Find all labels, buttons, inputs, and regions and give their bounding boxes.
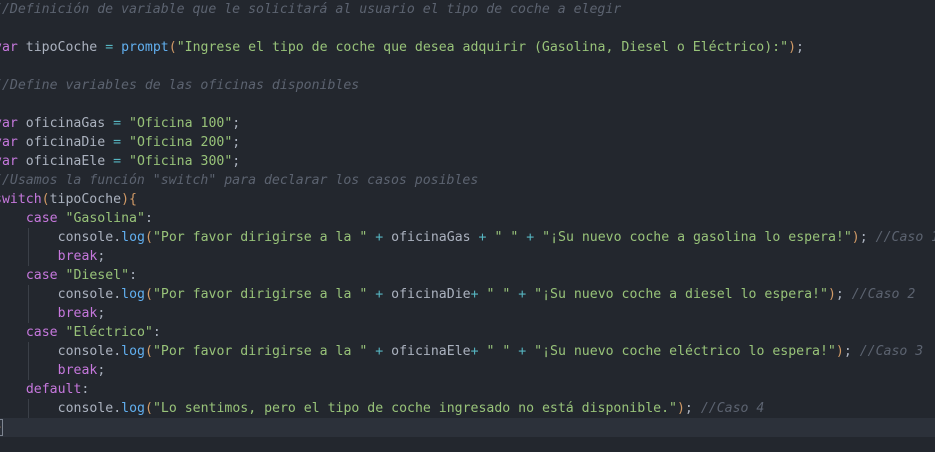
code-line[interactable]: break; — [0, 361, 106, 380]
code-line[interactable]: console.log("Por favor dirigirse a la " … — [0, 285, 916, 304]
indent-guide — [28, 285, 29, 323]
code-line-text: switch(tipoCoche){ — [0, 192, 137, 207]
code-line-text: console.log("Por favor dirigirse a la " … — [57, 230, 935, 245]
code-line[interactable]: console.log("Lo sentimos, pero el tipo d… — [0, 399, 765, 418]
code-line-text: case "Gasolina": — [25, 211, 153, 226]
code-line[interactable]: break; — [0, 304, 106, 323]
code-line-text: //Define variables de las oficinas dispo… — [0, 78, 360, 93]
code-line-text: console.log("Por favor dirigirse a la " … — [57, 344, 924, 359]
code-line-text: var oficinaGas = "Oficina 100"; — [0, 116, 241, 131]
code-line-text: //Usamos la función "switch" para declar… — [0, 173, 479, 188]
code-line[interactable]: console.log("Por favor dirigirse a la " … — [0, 342, 924, 361]
code-line[interactable]: //Define variables de las oficinas dispo… — [0, 76, 359, 95]
code-line-text: } — [0, 419, 3, 436]
code-line[interactable]: case "Diesel": — [0, 266, 137, 285]
code-line[interactable]: var oficinaDie = "Oficina 200"; — [0, 133, 240, 152]
code-line[interactable]: break; — [0, 247, 106, 266]
code-line[interactable]: var oficinaEle = "Oficina 300"; — [0, 152, 240, 171]
code-line-text: //Definición de variable que le solicita… — [0, 2, 622, 17]
code-line[interactable]: switch(tipoCoche){ — [0, 190, 137, 209]
indent-guide — [28, 399, 29, 418]
code-line-text: var tipoCoche = prompt("Ingrese el tipo … — [0, 40, 804, 55]
current-code-line[interactable]: } — [0, 418, 935, 437]
code-line[interactable]: //Definición de variable que le solicita… — [0, 0, 621, 19]
code-line-text: break; — [57, 249, 106, 264]
code-line[interactable]: case "Gasolina": — [0, 209, 153, 228]
code-line[interactable]: var tipoCoche = prompt("Ingrese el tipo … — [0, 38, 804, 57]
code-line[interactable]: console.log("Por favor dirigirse a la " … — [0, 228, 935, 247]
code-line-text: case "Diesel": — [25, 268, 138, 283]
code-line[interactable]: //Usamos la función "switch" para declar… — [0, 171, 478, 190]
indent-guide — [28, 228, 29, 266]
code-line-text: console.log("Por favor dirigirse a la " … — [57, 287, 916, 302]
code-line[interactable]: case "Eléctrico": — [0, 323, 161, 342]
code-editor[interactable]: //Definición de variable que le solicita… — [0, 0, 935, 452]
code-line[interactable]: var oficinaGas = "Oficina 100"; — [0, 114, 240, 133]
code-line[interactable]: default: — [0, 380, 90, 399]
code-line-text: break; — [57, 306, 106, 321]
indent-guide — [28, 342, 29, 380]
code-line-text: var oficinaEle = "Oficina 300"; — [0, 154, 241, 169]
code-line-text: case "Eléctrico": — [25, 325, 161, 340]
code-line-text: console.log("Lo sentimos, pero el tipo d… — [57, 401, 765, 416]
code-line-text: default: — [25, 382, 90, 397]
code-line-text: var oficinaDie = "Oficina 200"; — [0, 135, 241, 150]
code-line-text: break; — [57, 363, 106, 378]
